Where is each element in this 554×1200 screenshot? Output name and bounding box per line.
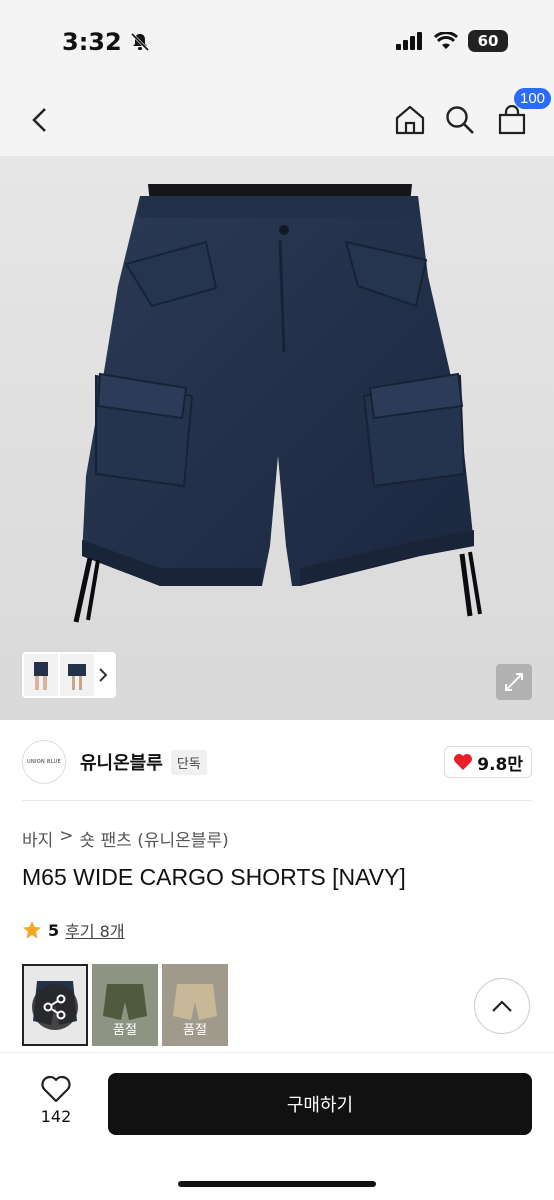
home-icon <box>395 105 425 135</box>
home-indicator <box>178 1181 376 1187</box>
cart-icon <box>498 105 526 135</box>
cargo-shorts-image <box>73 184 482 623</box>
search-button[interactable] <box>438 98 482 142</box>
image-thumbnail-strip[interactable] <box>22 652 116 698</box>
wifi-icon <box>434 32 458 49</box>
cart-count-badge: 100 <box>514 88 552 109</box>
review-link[interactable]: 후기 8개 <box>65 918 124 942</box>
back-icon <box>32 108 46 132</box>
wishlist-button[interactable]: 142 <box>28 1075 84 1126</box>
status-right: 60 <box>396 30 508 52</box>
search-icon <box>446 106 474 134</box>
variant-list: 품절 품절 <box>22 964 228 1046</box>
shop-name[interactable]: 유니온블루 <box>80 749 163 775</box>
variant-olive[interactable]: 품절 <box>92 964 158 1046</box>
product-title: M65 WIDE CARGO SHORTS [NAVY] <box>22 864 406 890</box>
rating-score: 5 <box>48 920 60 940</box>
heart-outline-icon <box>41 1075 71 1103</box>
soldout-label: 품절 <box>113 1023 137 1038</box>
thumbnail-model[interactable] <box>24 654 58 696</box>
exclusive-badge: 단독 <box>170 749 207 775</box>
soldout-label: 품절 <box>183 1023 207 1038</box>
expand-button[interactable] <box>496 664 532 700</box>
star-icon <box>23 921 41 939</box>
like-count: 9.8만 <box>477 754 523 775</box>
rating-row: 5 후기 8개 <box>22 918 125 942</box>
bell-slash-icon <box>130 32 149 52</box>
bottom-bar: 142 구매하기 <box>0 1052 554 1200</box>
shop-logo[interactable]: UNION BLUE <box>22 740 66 784</box>
breadcrumb-category[interactable]: 바지 <box>22 826 53 851</box>
cart-button[interactable]: 100 <box>490 88 552 142</box>
variant-navy[interactable] <box>22 964 88 1046</box>
model-thumbnail-2-icon <box>68 664 86 690</box>
chevron-up-icon <box>492 1000 512 1012</box>
model-thumbnail-icon <box>34 662 48 690</box>
share-button[interactable] <box>32 984 78 1030</box>
like-button[interactable]: 9.8만 <box>444 746 532 778</box>
breadcrumb: 바지 > 숏 팬츠 (유니온블루) <box>22 826 229 851</box>
breadcrumb-subcategory[interactable]: 숏 팬츠 (유니온블루) <box>80 826 229 851</box>
product-image[interactable] <box>0 156 554 720</box>
shop-logo-text: UNION BLUE <box>27 759 61 765</box>
buy-button[interactable]: 구매하기 <box>108 1073 532 1135</box>
divider <box>22 800 532 801</box>
chevron-right-icon[interactable] <box>96 667 110 683</box>
signal-icon <box>396 32 422 50</box>
time-text: 3:32 <box>62 28 122 56</box>
variant-beige[interactable]: 품절 <box>162 964 228 1046</box>
heart-icon <box>454 754 473 770</box>
breadcrumb-separator: > <box>59 826 74 846</box>
share-icon <box>43 994 66 1020</box>
battery-indicator: 60 <box>468 30 508 52</box>
back-button[interactable] <box>18 98 62 142</box>
status-time: 3:32 <box>62 28 150 56</box>
scroll-top-button[interactable] <box>474 978 530 1034</box>
top-nav: 100 <box>0 84 554 156</box>
status-bar: 3:32 60 <box>0 0 554 84</box>
expand-icon <box>505 673 523 691</box>
thumbnail-model-2[interactable] <box>60 654 94 696</box>
wishlist-count: 142 <box>40 1107 72 1126</box>
home-button[interactable] <box>388 98 432 142</box>
shop-row[interactable]: UNION BLUE 유니온블루 단독 9.8만 <box>22 738 532 786</box>
